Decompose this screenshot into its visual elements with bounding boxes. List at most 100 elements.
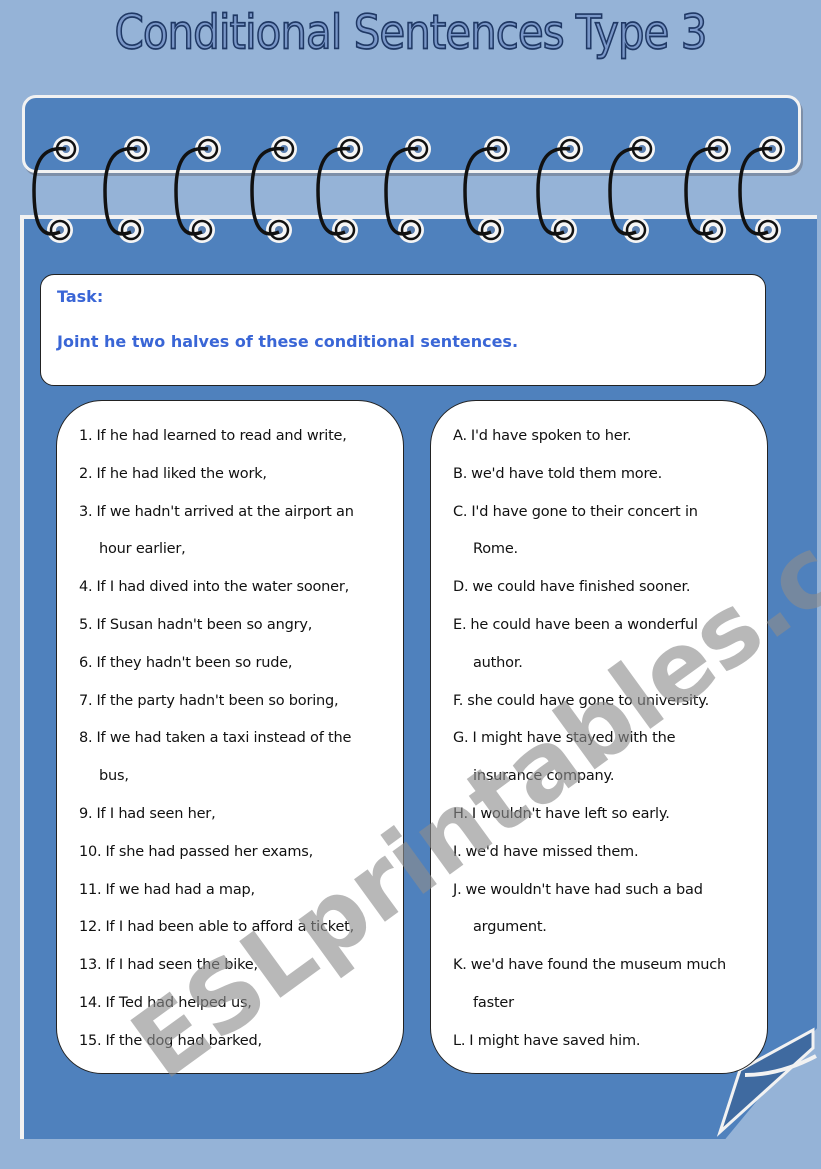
- result-item: E. he could have been a wonderful author.: [453, 607, 759, 683]
- spiral-ring-icon: [536, 136, 583, 243]
- condition-item: 2. If he had liked the work,: [79, 456, 395, 494]
- condition-item-number: 10.: [79, 843, 102, 860]
- task-instruction: Joint he two halves of these conditional…: [57, 332, 519, 351]
- result-item: B. we'd have told them more.: [453, 456, 759, 494]
- result-item: D. we could have finished sooner.: [453, 569, 759, 607]
- condition-item: 13. If I had seen the bike,: [79, 947, 395, 985]
- result-item-number: F.: [453, 692, 464, 709]
- result-item-number: I.: [453, 843, 462, 860]
- result-item: G. I might have stayed with the insurance …: [453, 720, 759, 796]
- condition-item-number: 15.: [79, 1032, 102, 1049]
- condition-item-number: 3.: [79, 503, 93, 520]
- result-item-text-continued: author.: [473, 654, 523, 671]
- result-item-text: I might have saved him.: [469, 1032, 641, 1049]
- condition-item-number: 2.: [79, 465, 93, 482]
- condition-item: 5. If Susan hadn't been so angry,: [79, 607, 395, 645]
- spiral-binding: [32, 136, 785, 243]
- result-item-text: we wouldn't have had such a bad: [465, 881, 703, 898]
- result-item-text: I wouldn't have left so early.: [471, 805, 670, 822]
- condition-item: 1. If he had learned to read and write,: [79, 418, 395, 456]
- result-item: F. she could have gone to university.: [453, 683, 759, 721]
- result-item: A. I'd have spoken to her.: [453, 418, 759, 456]
- result-item: H. I wouldn't have left so early.: [453, 796, 759, 834]
- spiral-ring-icon: [384, 136, 431, 243]
- spiral-ring-icon: [608, 136, 655, 243]
- result-item-number: J.: [453, 881, 462, 898]
- condition-item-number: 12.: [79, 919, 102, 936]
- condition-item-number: 4.: [79, 579, 93, 596]
- result-item-text: we could have finished sooner.: [472, 579, 691, 596]
- result-item-text: I'd have spoken to her.: [470, 428, 632, 444]
- result-item: J. we wouldn't have had such a bad argumen…: [453, 872, 759, 948]
- result-item-text: we'd have told them more.: [471, 465, 663, 482]
- condition-item: 12. If I had been able to afford a ticket…: [79, 909, 395, 947]
- result-item-text: we'd have missed them.: [465, 843, 639, 860]
- result-item-number: H.: [453, 805, 468, 822]
- condition-item: 11. If we had had a map,: [79, 872, 395, 910]
- spiral-ring-icon: [316, 136, 363, 243]
- result-item-number: L.: [453, 1032, 466, 1049]
- condition-item: 9. If I had seen her,: [79, 796, 395, 834]
- condition-item-number: 1.: [79, 428, 93, 444]
- spiral-ring-icon: [738, 136, 785, 243]
- result-item-number: G.: [453, 730, 469, 747]
- result-item-text-continued: argument.: [473, 919, 547, 936]
- condition-item-text: If we had had a map,: [105, 881, 255, 898]
- result-item: I. we'd have missed them.: [453, 834, 759, 872]
- condition-item-text: If we had taken a taxi instead of the: [96, 730, 352, 747]
- condition-item-text: If they hadn't been so rude,: [96, 654, 293, 671]
- condition-item-text-continued: bus,: [99, 768, 129, 785]
- condition-item-number: 11.: [79, 881, 102, 898]
- spiral-ring-icon: [250, 136, 297, 243]
- result-item-text-continued: insurance company.: [473, 768, 615, 785]
- conditions-list-box: 1. If he had learned to read and write, 2.…: [56, 400, 404, 1074]
- spiral-ring-icon: [103, 136, 150, 243]
- task-label: Task:: [57, 287, 104, 306]
- condition-item: 10. If she had passed her exams,: [79, 834, 395, 872]
- condition-item: 14. If Ted had helped us,: [79, 985, 395, 1023]
- results-list-box: A. I'd have spoken to her. B. we'd have tol…: [430, 400, 768, 1074]
- spiral-ring-icon: [684, 136, 731, 243]
- result-item-text: I might have stayed with the: [472, 730, 676, 747]
- result-item: K. we'd have found the museum much faster: [453, 947, 759, 1023]
- condition-item-text: If I had seen her,: [96, 805, 216, 822]
- condition-item-text: If he had learned to read and write,: [96, 428, 347, 444]
- condition-item-number: 14.: [79, 994, 102, 1011]
- condition-item-number: 7.: [79, 692, 93, 709]
- condition-item-text-continued: hour earlier,: [99, 541, 186, 558]
- result-item: L. I might have saved him.: [453, 1023, 759, 1061]
- condition-item-text: If the dog had barked,: [105, 1032, 262, 1049]
- result-item: C. I'd have gone to their concert in Rome.: [453, 494, 759, 570]
- spiral-ring-icon: [32, 136, 79, 243]
- conditions-list: 1. If he had learned to read and write, 2.…: [79, 418, 395, 1061]
- condition-item: 4. If I had dived into the water sooner,: [79, 569, 395, 607]
- condition-item-text: If we hadn't arrived at the airport an: [96, 503, 354, 520]
- result-item-number: D.: [453, 579, 469, 596]
- result-item-number: B.: [453, 465, 468, 482]
- condition-item: 8. If we had taken a taxi instead of the b…: [79, 720, 395, 796]
- condition-item-text: If Ted had helped us,: [105, 994, 252, 1011]
- condition-item-number: 9.: [79, 805, 93, 822]
- result-item-number: C.: [453, 503, 468, 520]
- result-item-text: I'd have gone to their concert in: [471, 503, 698, 520]
- condition-item-text: If she had passed her exams,: [105, 843, 314, 860]
- condition-item-number: 13.: [79, 957, 102, 974]
- result-item-text: we'd have found the museum much: [470, 957, 727, 974]
- condition-item-number: 6.: [79, 654, 93, 671]
- result-item-text: she could have gone to university.: [467, 692, 709, 709]
- condition-item-number: 8.: [79, 730, 93, 747]
- condition-item: 3. If we hadn't arrived at the airport an…: [79, 494, 395, 570]
- condition-item-number: 5.: [79, 616, 93, 633]
- condition-item: 7. If the party hadn't been so boring,: [79, 683, 395, 721]
- spiral-ring-icon: [174, 136, 221, 243]
- condition-item-text: If I had dived into the water sooner,: [96, 579, 350, 596]
- condition-item-text: If I had been able to afford a ticket,: [105, 919, 355, 936]
- condition-item-text: If the party hadn't been so boring,: [96, 692, 339, 709]
- result-item-number: E.: [453, 616, 467, 633]
- result-item-number: K.: [453, 957, 467, 974]
- condition-item-text: If Susan hadn't been so angry,: [96, 616, 313, 633]
- result-item-text: he could have been a wonderful: [470, 616, 698, 633]
- spiral-ring-icon: [463, 136, 510, 243]
- condition-item: 15. If the dog had barked,: [79, 1023, 395, 1061]
- condition-item: 6. If they hadn't been so rude,: [79, 645, 395, 683]
